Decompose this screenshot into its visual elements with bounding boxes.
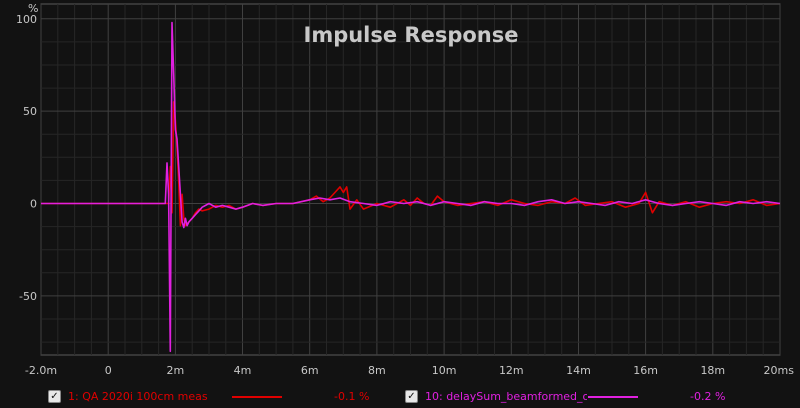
series-1-value: -0.1 % [334,390,370,403]
x-tick-label: 18m [700,364,725,377]
x-tick-label: 8m [368,364,386,377]
y-tick-label: 0 [30,198,37,211]
y-tick-label: 100 [16,13,37,26]
x-tick-label: 14m [566,364,591,377]
x-tick-label: 16m [633,364,658,377]
series-2-label: 10: delaySum_beamformed_ou [425,390,587,403]
y-tick-label: 50 [23,105,37,118]
series-1-label: 1: QA 2020i 100cm meas [68,390,208,403]
series-1-checkbox[interactable]: ✓ [48,390,61,403]
series-2-checkbox[interactable]: ✓ [405,390,418,403]
series-2-value: -0.2 % [690,390,726,403]
x-tick-label: -2.0m [25,364,57,377]
x-tick-label: 2m [167,364,185,377]
x-tick-label: 6m [301,364,319,377]
x-tick-label: 0 [105,364,112,377]
x-tick-label: 12m [499,364,524,377]
x-tick-label: 20ms [764,364,795,377]
y-axis-ticks: 100 50 0 -50 [16,13,37,303]
y-tick-label: -50 [19,290,37,303]
x-tick-label: 4m [234,364,252,377]
legend: ✓ 1: QA 2020i 100cm meas -0.1 % ✓ 10: de… [0,386,800,408]
series-2-swatch [588,396,638,398]
impulse-response-chart[interactable]: % 100500-50 -2.0m 0 2m 4m 6m 8m 10m 12m 14m 16m 18… [0,0,800,386]
x-axis-ticks: -2.0m 0 2m 4m 6m 8m 10m 12m 14m 16m 18m 20ms [25,364,794,377]
x-tick-label: 10m [432,364,457,377]
chart-title: Impulse Response [304,23,519,47]
series-1-swatch [232,396,282,398]
